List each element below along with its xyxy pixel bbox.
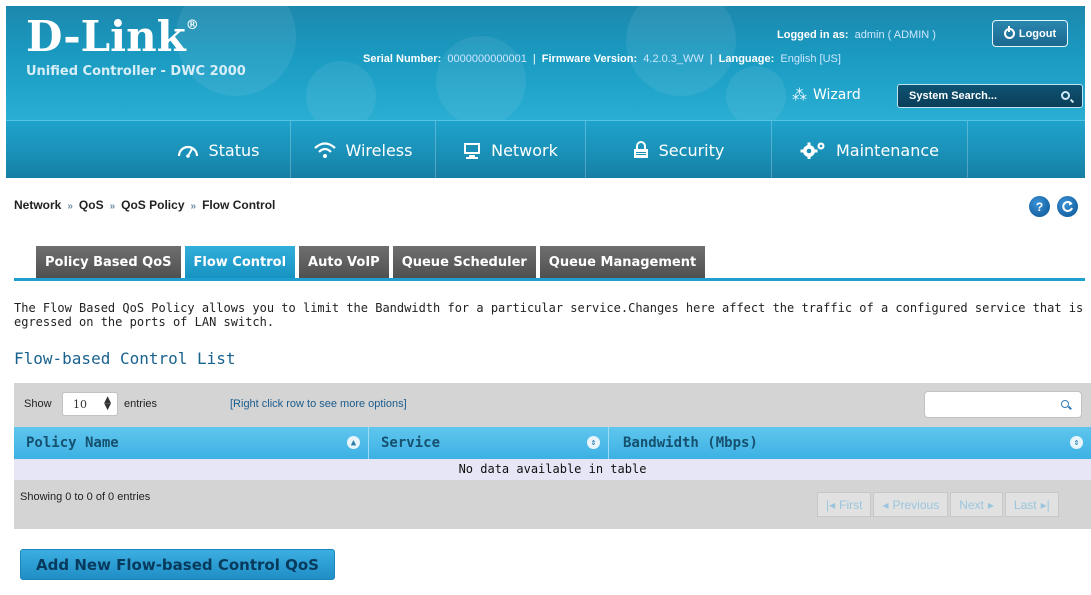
system-search-input[interactable]: System Search... (897, 84, 1083, 108)
tab-queue-management[interactable]: Queue Management (539, 246, 706, 278)
entries-label: entries (124, 398, 158, 410)
logged-in-info: Logged in as: admin ( ADMIN ) (777, 29, 936, 41)
next-icon: ▸ (987, 497, 994, 512)
previous-page-button[interactable]: ◂ Previous (873, 492, 949, 517)
header-decoration (726, 66, 786, 120)
column-policy-name[interactable]: Policy Name ▲ (14, 427, 369, 459)
breadcrumb-flow-control: Flow Control (202, 198, 276, 212)
logout-label: Logout (1018, 27, 1057, 40)
tab-queue-scheduler[interactable]: Queue Scheduler (392, 246, 536, 278)
lock-icon (633, 141, 649, 159)
search-icon[interactable] (1061, 91, 1070, 100)
sort-icon: ⇕ (1070, 436, 1083, 449)
wizard-link[interactable]: ⁂ Wizard (792, 86, 861, 104)
search-icon (1061, 400, 1069, 408)
gears-icon (800, 141, 826, 159)
first-page-button[interactable]: |◂ First (817, 492, 872, 517)
updown-icon: ▲ ▼ (104, 395, 111, 412)
header-decoration (626, 6, 736, 96)
section-title: Flow-based Control List (14, 349, 236, 368)
table-footer: Showing 0 to 0 of 0 entries |◂ First ◂ Pre… (14, 480, 1091, 529)
table-toolbar: Show 10 ▲ ▼ entries [Right click row to s… (14, 383, 1091, 427)
breadcrumb-qos[interactable]: QoS (79, 198, 104, 212)
nav-maintenance[interactable]: Maintenance (772, 121, 968, 179)
first-icon: |◂ (826, 497, 836, 512)
next-page-button[interactable]: Next ▸ (950, 492, 1003, 517)
showing-info: Showing 0 to 0 of 0 entries (20, 491, 151, 503)
help-icon[interactable]: ? (1029, 196, 1050, 217)
sort-icon: ⇕ (587, 436, 600, 449)
refresh-icon[interactable] (1057, 196, 1078, 217)
nav-status[interactable]: Status (146, 121, 291, 179)
qos-tabs: Policy Based QoS Flow Control Auto VoIP … (36, 246, 706, 278)
app-header: D-Link® Unified Controller - DWC 2000 Lo… (6, 6, 1085, 120)
logout-button[interactable]: Logout (992, 20, 1068, 47)
nav-network[interactable]: Network (436, 121, 586, 179)
empty-table-row: No data available in table (14, 459, 1091, 480)
column-bandwidth[interactable]: Bandwidth (Mbps) ⇕ (609, 427, 1091, 459)
breadcrumb: Network» QoS» QoS Policy» Flow Control (14, 198, 276, 212)
previous-icon: ◂ (882, 497, 889, 512)
pagination: |◂ First ◂ Previous Next ▸ Last ▸| (817, 492, 1059, 517)
nav-wireless[interactable]: Wireless (291, 121, 436, 179)
show-label: Show (24, 398, 52, 410)
breadcrumb-qos-policy[interactable]: QoS Policy (121, 198, 184, 212)
header-decoration (306, 61, 376, 120)
monitor-icon (463, 142, 481, 159)
header-decoration (436, 36, 526, 120)
add-flow-control-button[interactable]: Add New Flow-based Control QoS (20, 549, 335, 580)
main-nav: Status Wireless Network Security Mainten… (6, 120, 1085, 179)
tab-policy-based-qos[interactable]: Policy Based QoS (36, 246, 181, 278)
last-icon: ▸| (1040, 497, 1050, 512)
device-info-row: Serial Number: 0000000000001 | Firmware Ve… (363, 53, 841, 65)
last-page-button[interactable]: Last ▸| (1004, 492, 1059, 517)
dlink-logo: D-Link® (26, 12, 199, 61)
language-link[interactable]: English [US] (780, 53, 841, 65)
column-service[interactable]: Service ⇕ (369, 427, 609, 459)
wifi-icon (313, 141, 336, 159)
power-icon (1003, 26, 1015, 39)
magic-wand-icon: ⁂ (792, 86, 807, 104)
product-subtitle: Unified Controller - DWC 2000 (26, 64, 246, 79)
tab-underline (14, 278, 1085, 281)
table-header: Policy Name ▲ Service ⇕ Bandwidth (Mbps)… (14, 427, 1091, 459)
breadcrumb-network[interactable]: Network (14, 198, 61, 212)
speedometer-icon (177, 142, 199, 158)
entries-select[interactable]: 10 ▲ ▼ (62, 392, 118, 416)
tab-flow-control[interactable]: Flow Control (184, 246, 296, 278)
page-description: The Flow Based QoS Policy allows you to … (14, 301, 1084, 329)
table-search-input[interactable] (924, 391, 1082, 418)
nav-security[interactable]: Security (586, 121, 772, 179)
tab-auto-voip[interactable]: Auto VoIP (299, 246, 389, 278)
right-click-hint: [Right click row to see more options] (230, 398, 407, 410)
sort-ascending-icon: ▲ (347, 436, 360, 449)
